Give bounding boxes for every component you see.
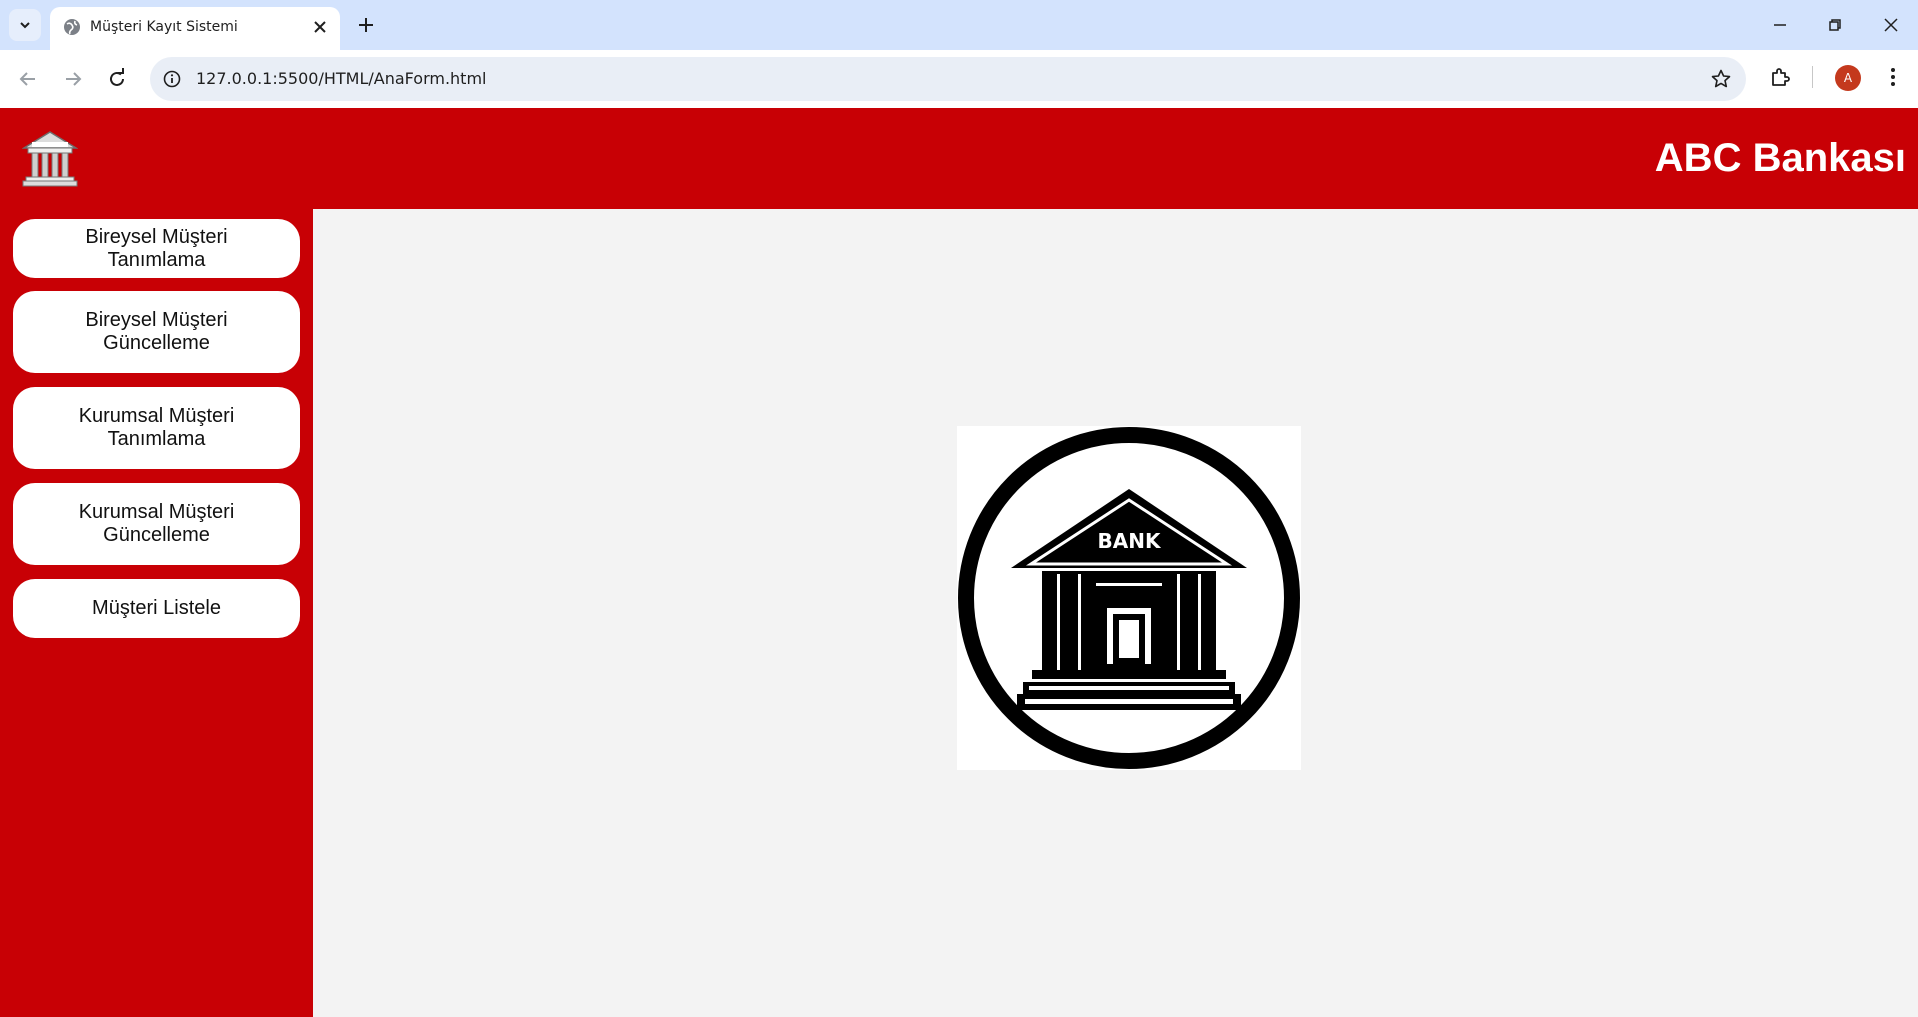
- bank-image-label: BANK: [1098, 529, 1162, 553]
- bank-building-icon[interactable]: [22, 130, 78, 188]
- toolbar-separator: [1812, 66, 1813, 88]
- sidebar-item-musteri-listele[interactable]: Müşteri Listele: [13, 579, 300, 638]
- back-arrow-icon[interactable]: [14, 65, 42, 93]
- new-tab-icon[interactable]: [354, 13, 378, 37]
- globe-icon: [64, 19, 80, 35]
- address-bar[interactable]: 127.0.0.1:5500/HTML/AnaForm.html: [150, 57, 1746, 101]
- profile-avatar[interactable]: A: [1835, 65, 1861, 91]
- site-info-icon[interactable]: [162, 69, 182, 89]
- window-close-icon[interactable]: [1878, 12, 1904, 38]
- forward-arrow-icon[interactable]: [59, 65, 87, 93]
- reload-icon[interactable]: [103, 65, 131, 93]
- browser-tab-bar: Müşteri Kayıt Sistemi: [0, 0, 1918, 50]
- close-icon[interactable]: [310, 17, 330, 37]
- tab-search-button[interactable]: [9, 9, 41, 41]
- restore-icon[interactable]: [1822, 12, 1848, 38]
- bank-image: BANK: [957, 426, 1301, 770]
- page-header: ABC Bankası: [0, 108, 1918, 209]
- sidebar-item-kurumsal-guncelleme[interactable]: Kurumsal Müşteri Güncelleme: [13, 483, 300, 565]
- extensions-puzzle-icon[interactable]: [1769, 65, 1793, 89]
- sidebar-item-bireysel-tanimlama[interactable]: Bireysel Müşteri Tanımlama: [13, 219, 300, 278]
- sidebar-item-kurumsal-tanimlama[interactable]: Kurumsal Müşteri Tanımlama: [13, 387, 300, 469]
- minimize-icon[interactable]: [1767, 12, 1793, 38]
- bookmark-star-icon[interactable]: [1710, 68, 1732, 90]
- browser-tab-active[interactable]: Müşteri Kayıt Sistemi: [50, 7, 340, 50]
- tab-title: Müşteri Kayıt Sistemi: [90, 19, 238, 35]
- chevron-down-icon: [20, 22, 30, 29]
- brand-title: ABC Bankası: [1654, 136, 1906, 180]
- browser-toolbar: 127.0.0.1:5500/HTML/AnaForm.html: [0, 50, 1918, 108]
- url-text[interactable]: 127.0.0.1:5500/HTML/AnaForm.html: [196, 69, 486, 88]
- bank-circle-icon: BANK: [958, 427, 1300, 769]
- kebab-menu-icon[interactable]: [1880, 64, 1906, 90]
- sidebar-item-bireysel-guncelleme[interactable]: Bireysel Müşteri Güncelleme: [13, 291, 300, 373]
